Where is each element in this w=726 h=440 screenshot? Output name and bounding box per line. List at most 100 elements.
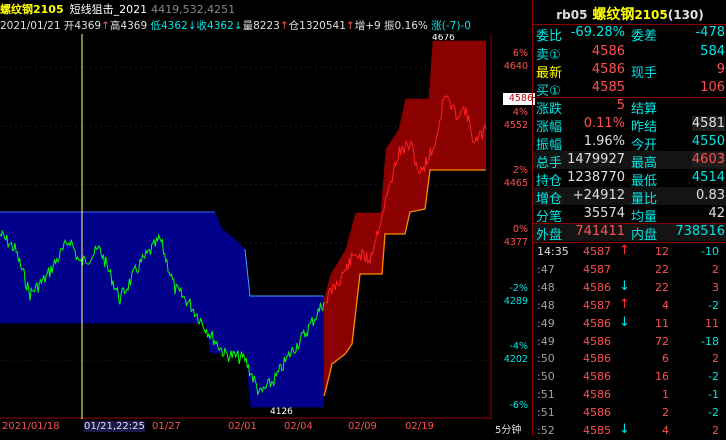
x-label-cursor: 01/21,22:25 (84, 421, 145, 432)
tick-oi-change: 2 (712, 352, 719, 366)
arrow-down-icon: ↓ (619, 278, 630, 294)
tick-volume: 2 (662, 406, 669, 420)
x-label: 02/09 (348, 421, 377, 432)
tick-oi-change: -2 (708, 370, 719, 384)
tick-oi-change: -2 (708, 298, 719, 312)
tick-row[interactable]: :51 4586 2 -2 (533, 404, 726, 422)
quote-value: 4586 (591, 62, 625, 77)
tick-price: 4586 (583, 388, 611, 402)
period-selector[interactable]: 5分钟 (495, 421, 521, 436)
tick-oi-change: 11 (705, 316, 719, 330)
low-marker-label: 4126 (270, 407, 293, 417)
bar-date: 2021/01/21 (0, 20, 61, 32)
price-chart[interactable]: 4676 4126 (0, 34, 492, 419)
panel-divider (533, 24, 726, 25)
tick-volume: 11 (655, 316, 669, 330)
quote-row: 涨跌 5 结算 (533, 97, 726, 117)
quote-value: 5 (616, 98, 625, 113)
high-marker-label: 4676 (432, 34, 455, 43)
tick-time: 14:35 (537, 245, 569, 258)
arrow-up-icon: ↑ (619, 296, 630, 312)
tick-row[interactable]: :49 4586 ↓ 11 11 (533, 315, 726, 333)
contract-name: 螺纹钢 (592, 7, 635, 23)
quote-value: 35574 (583, 206, 625, 221)
panel-divider (533, 223, 726, 224)
bear-band-edge-line (244, 248, 324, 297)
quote-value: 738516 (675, 224, 725, 239)
arrow-up-icon: ↑ (279, 20, 289, 32)
tick-row[interactable]: :48 4586 ↓ 22 3 (533, 279, 726, 297)
arrow-up-icon: ↑ (101, 20, 110, 32)
tick-row[interactable]: :50 4586 6 2 (533, 350, 726, 368)
tick-time: :47 (537, 262, 555, 276)
bar-volume: 量8223 (242, 20, 280, 32)
panel-title: rb05 螺纹钢2105(130) (533, 4, 726, 24)
tick-oi-change: -1 (708, 388, 719, 402)
strategy-name[interactable]: 短线狙击_2021 (70, 3, 148, 16)
tick-price: 4587 (583, 262, 611, 276)
quote-row: 外盘 741411 内盘 738516 (533, 223, 726, 243)
tick-volume: 4 (662, 424, 669, 437)
x-axis: 2021/01/18 01/21,22:25 01/27 02/01 02/04… (0, 419, 532, 436)
tick-oi-change: -10 (701, 245, 719, 258)
tick-time: :52 (537, 424, 555, 437)
x-label: 2021/01/18 (2, 421, 60, 432)
bar-oi: 仓1320541 (288, 20, 346, 32)
bar-change: 涨(-7)-0 (431, 20, 471, 32)
quote-value: 9 (716, 62, 725, 77)
quote-panel: rb05 螺纹钢2105(130) 委比 -69.28% 委差 -478 卖① 4586 5… (532, 0, 726, 437)
tick-row[interactable]: :49 4586 72 -18 (533, 333, 726, 351)
quote-value: 1238770 (567, 170, 625, 185)
y-tick-price: 4377 (503, 237, 528, 249)
tick-volume: 12 (655, 245, 669, 258)
tick-row[interactable]: :51 4586 1 -1 (533, 386, 726, 404)
y-tick-price: 4465 (503, 178, 528, 190)
quote-value: 0.11% (583, 116, 625, 131)
x-label: 02/19 (405, 421, 434, 432)
contract-code: rb05 (556, 8, 588, 22)
tick-time: :51 (537, 388, 555, 402)
tick-row[interactable]: :48 4587 ↑ 4 -2 (533, 297, 726, 315)
quote-value: 4581 (691, 116, 725, 131)
tick-oi-change: -2 (708, 406, 719, 420)
x-label: 01/27 (152, 421, 181, 432)
arrow-down-icon: ↓ (619, 314, 630, 330)
quote-row: 涨幅 0.11% 昨结 4581 (533, 115, 726, 135)
tick-price: 4586 (583, 316, 611, 330)
quote-value: 741411 (575, 224, 625, 239)
tick-time: :49 (537, 316, 555, 330)
symbol-name[interactable]: 螺纹钢2105 (0, 3, 64, 16)
ohlc-readout: 2021/01/21 开4369↑高4369 低4362↓收4362↓量8223… (0, 18, 530, 32)
arrow-up-icon: ↑ (345, 20, 355, 32)
tick-price: 4586 (583, 406, 611, 420)
channel-bands (0, 39, 486, 409)
tick-row[interactable]: :47 4587 22 2 (533, 261, 726, 279)
quote-value: 1.96% (583, 134, 625, 149)
quote-value: 4585 (591, 80, 625, 95)
quote-value: 4550 (691, 134, 725, 149)
arrow-up-icon: ↑ (619, 243, 630, 258)
current-price-tag: 4586 (503, 93, 535, 105)
tick-row[interactable]: :50 4586 16 -2 (533, 368, 726, 386)
bar-high: 高4369 (109, 20, 148, 32)
quote-value: 584 (700, 44, 725, 59)
quote-value: 4586 (591, 44, 625, 59)
tick-row[interactable]: 14:35 4587 ↑ 12 -10 (533, 243, 726, 261)
tick-time: :51 (537, 406, 555, 420)
quote-row: 最新 4586 现手 9 (533, 61, 726, 81)
y-tick-pct: -4% (509, 341, 529, 353)
chart-header: 螺纹钢2105 短线狙击_2021 4419,532,4251 (0, 1, 530, 17)
quote-label: 委差 (631, 29, 658, 44)
contract-count: (130) (667, 8, 704, 22)
arrow-down-icon: ↓ (619, 422, 630, 437)
tick-row[interactable]: :52 4585 ↓ 4 2 (533, 422, 726, 440)
strategy-params: 4419,532,4251 (151, 3, 236, 16)
quote-label: 委比 (536, 29, 563, 44)
y-tick-price: 4289 (503, 296, 528, 308)
tick-oi-change: 2 (712, 424, 719, 437)
tick-volume: 16 (655, 370, 669, 384)
tick-time: :49 (537, 334, 555, 348)
tick-volume: 6 (662, 352, 669, 366)
tick-price: 4586 (583, 370, 611, 384)
quote-row: 增仓 +24912 量比 0.83 (533, 187, 726, 207)
